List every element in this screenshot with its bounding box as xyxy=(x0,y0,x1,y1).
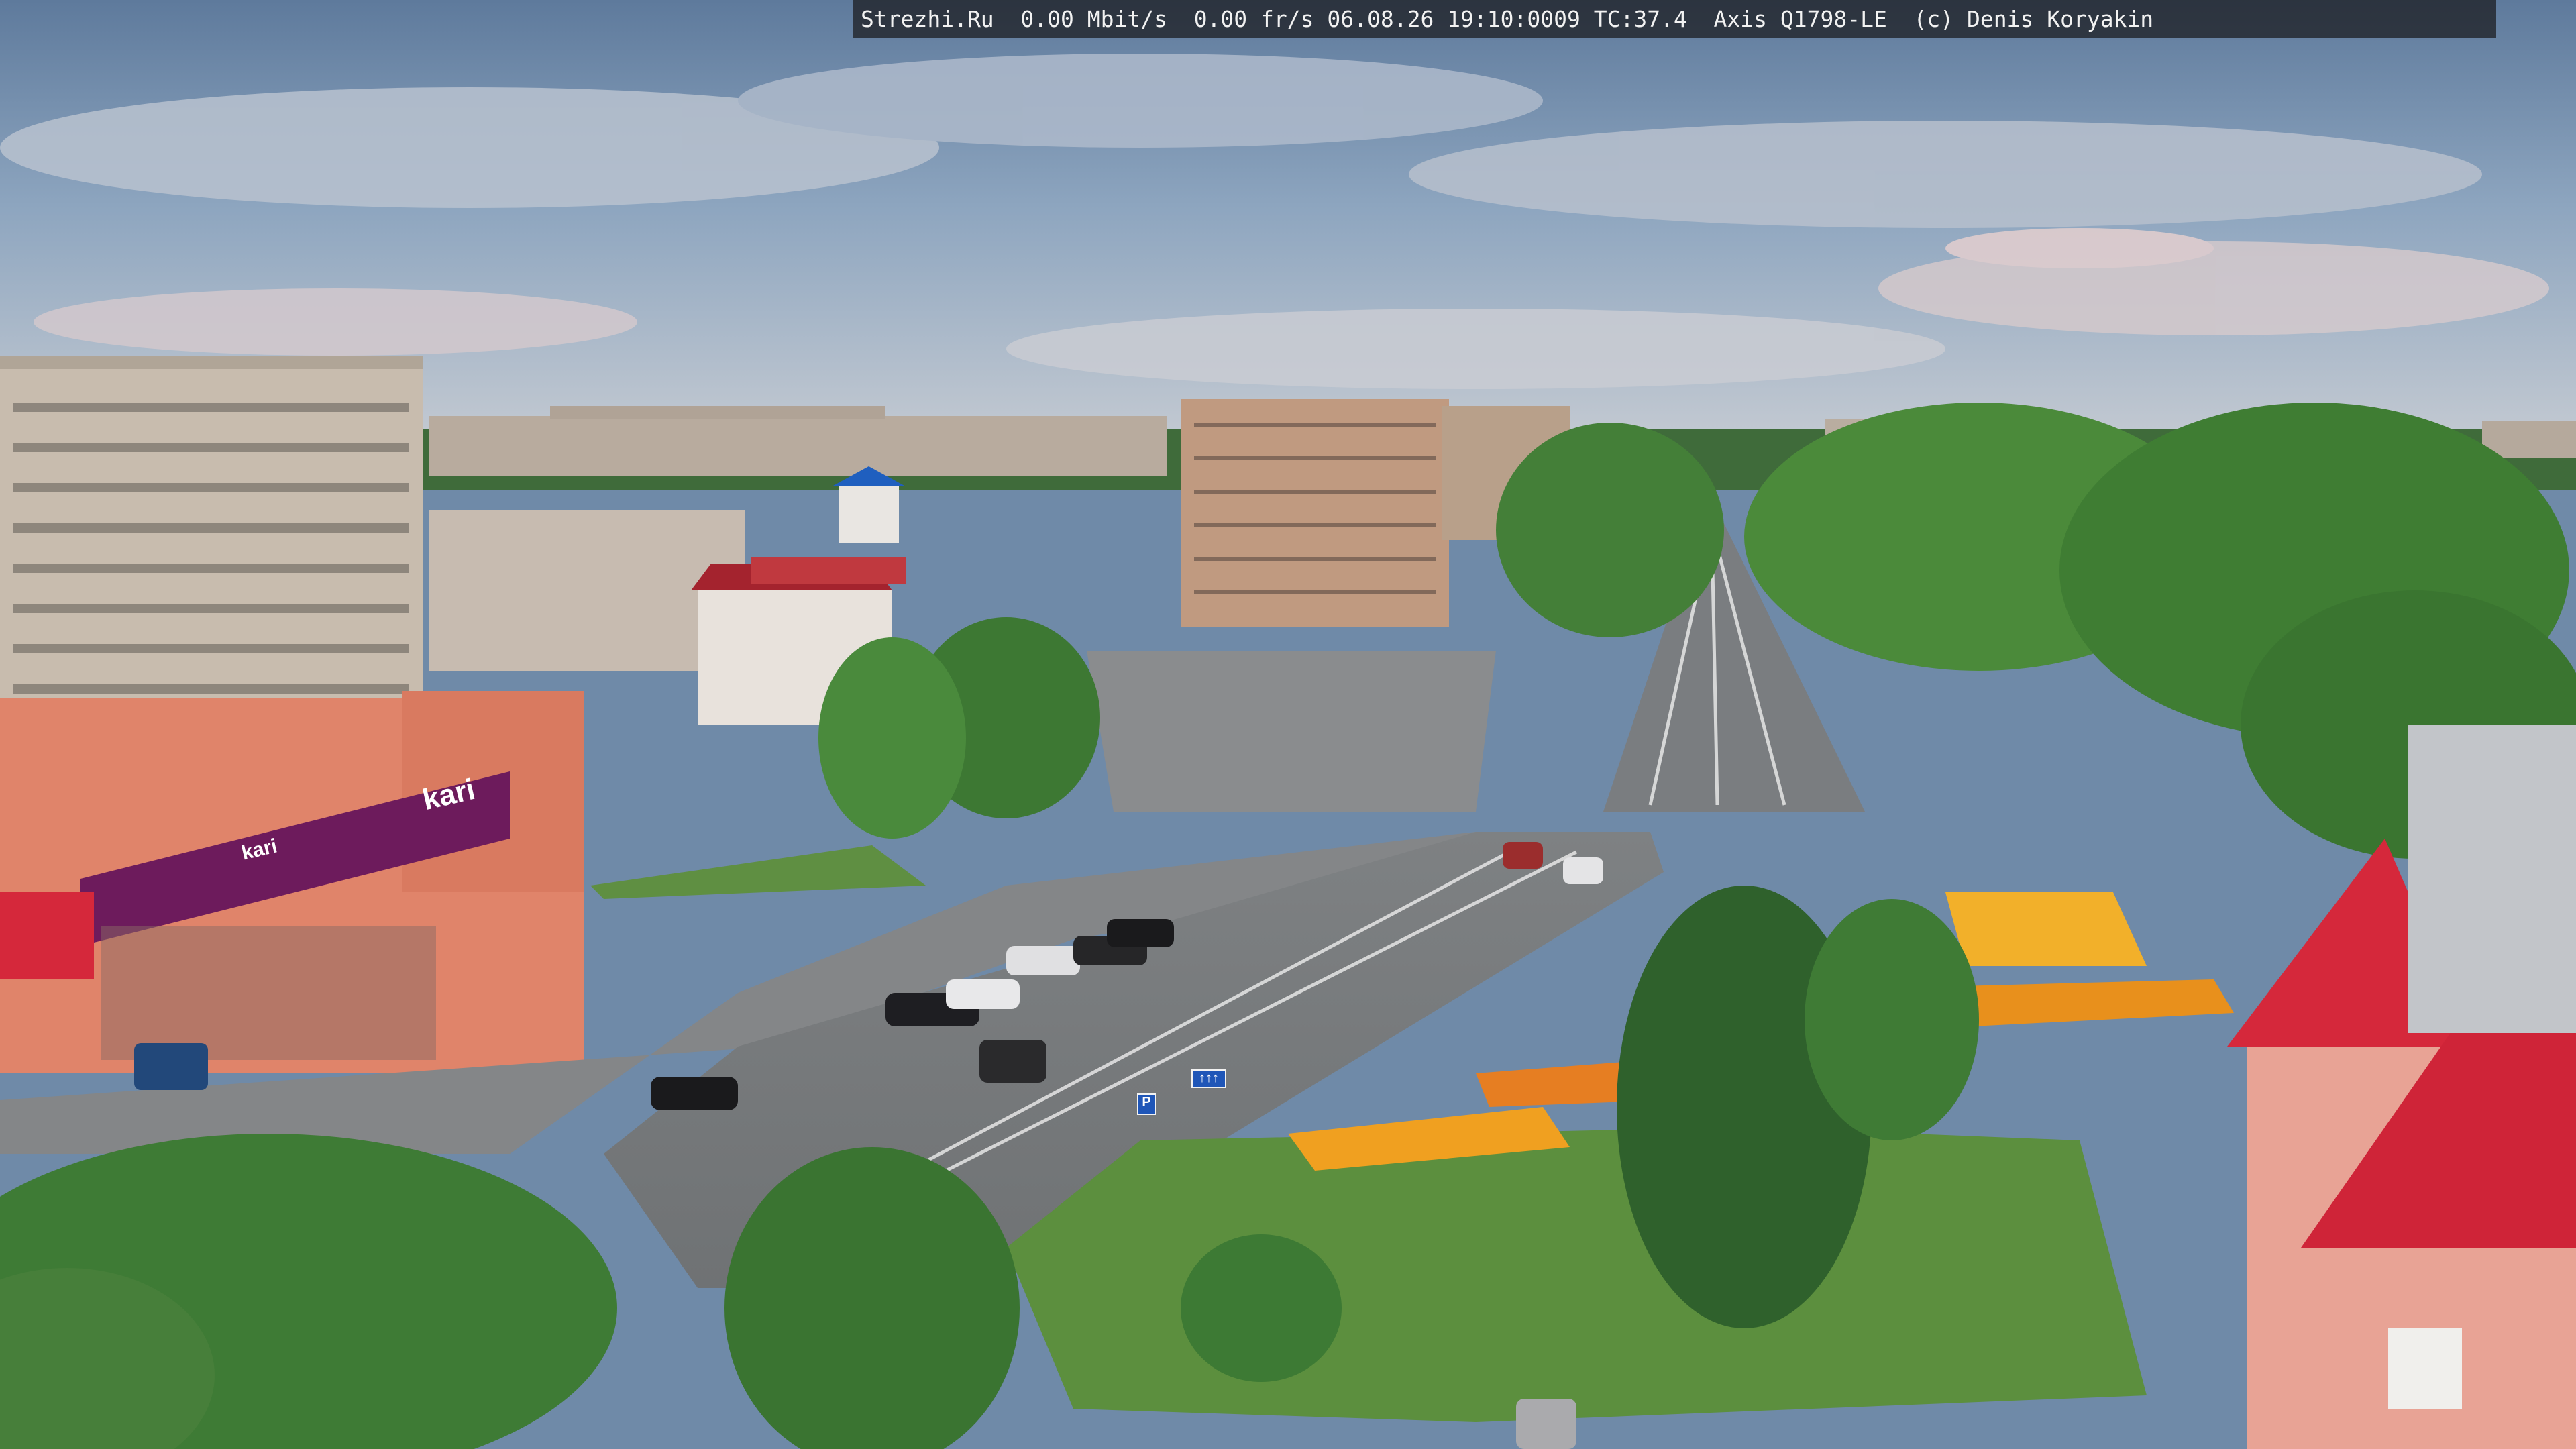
lawn-mid xyxy=(590,845,926,899)
lane-direction-sign: ↑↑↑ xyxy=(1191,1069,1226,1088)
camera-overlay-text: Strezhi.Ru 0.00 Mbit/s 0.00 fr/s 06.08.2… xyxy=(861,5,2154,32)
lawn-right xyxy=(1006,1127,2147,1422)
grey-building-right xyxy=(2408,724,2576,1033)
webcam-scene xyxy=(0,0,2576,1449)
central-square xyxy=(1087,651,1496,812)
parking-sign: P xyxy=(1137,1093,1156,1115)
camera-overlay-bar: Strezhi.Ru 0.00 Mbit/s 0.00 fr/s 06.08.2… xyxy=(853,0,2496,38)
shopping-building xyxy=(0,691,584,1073)
